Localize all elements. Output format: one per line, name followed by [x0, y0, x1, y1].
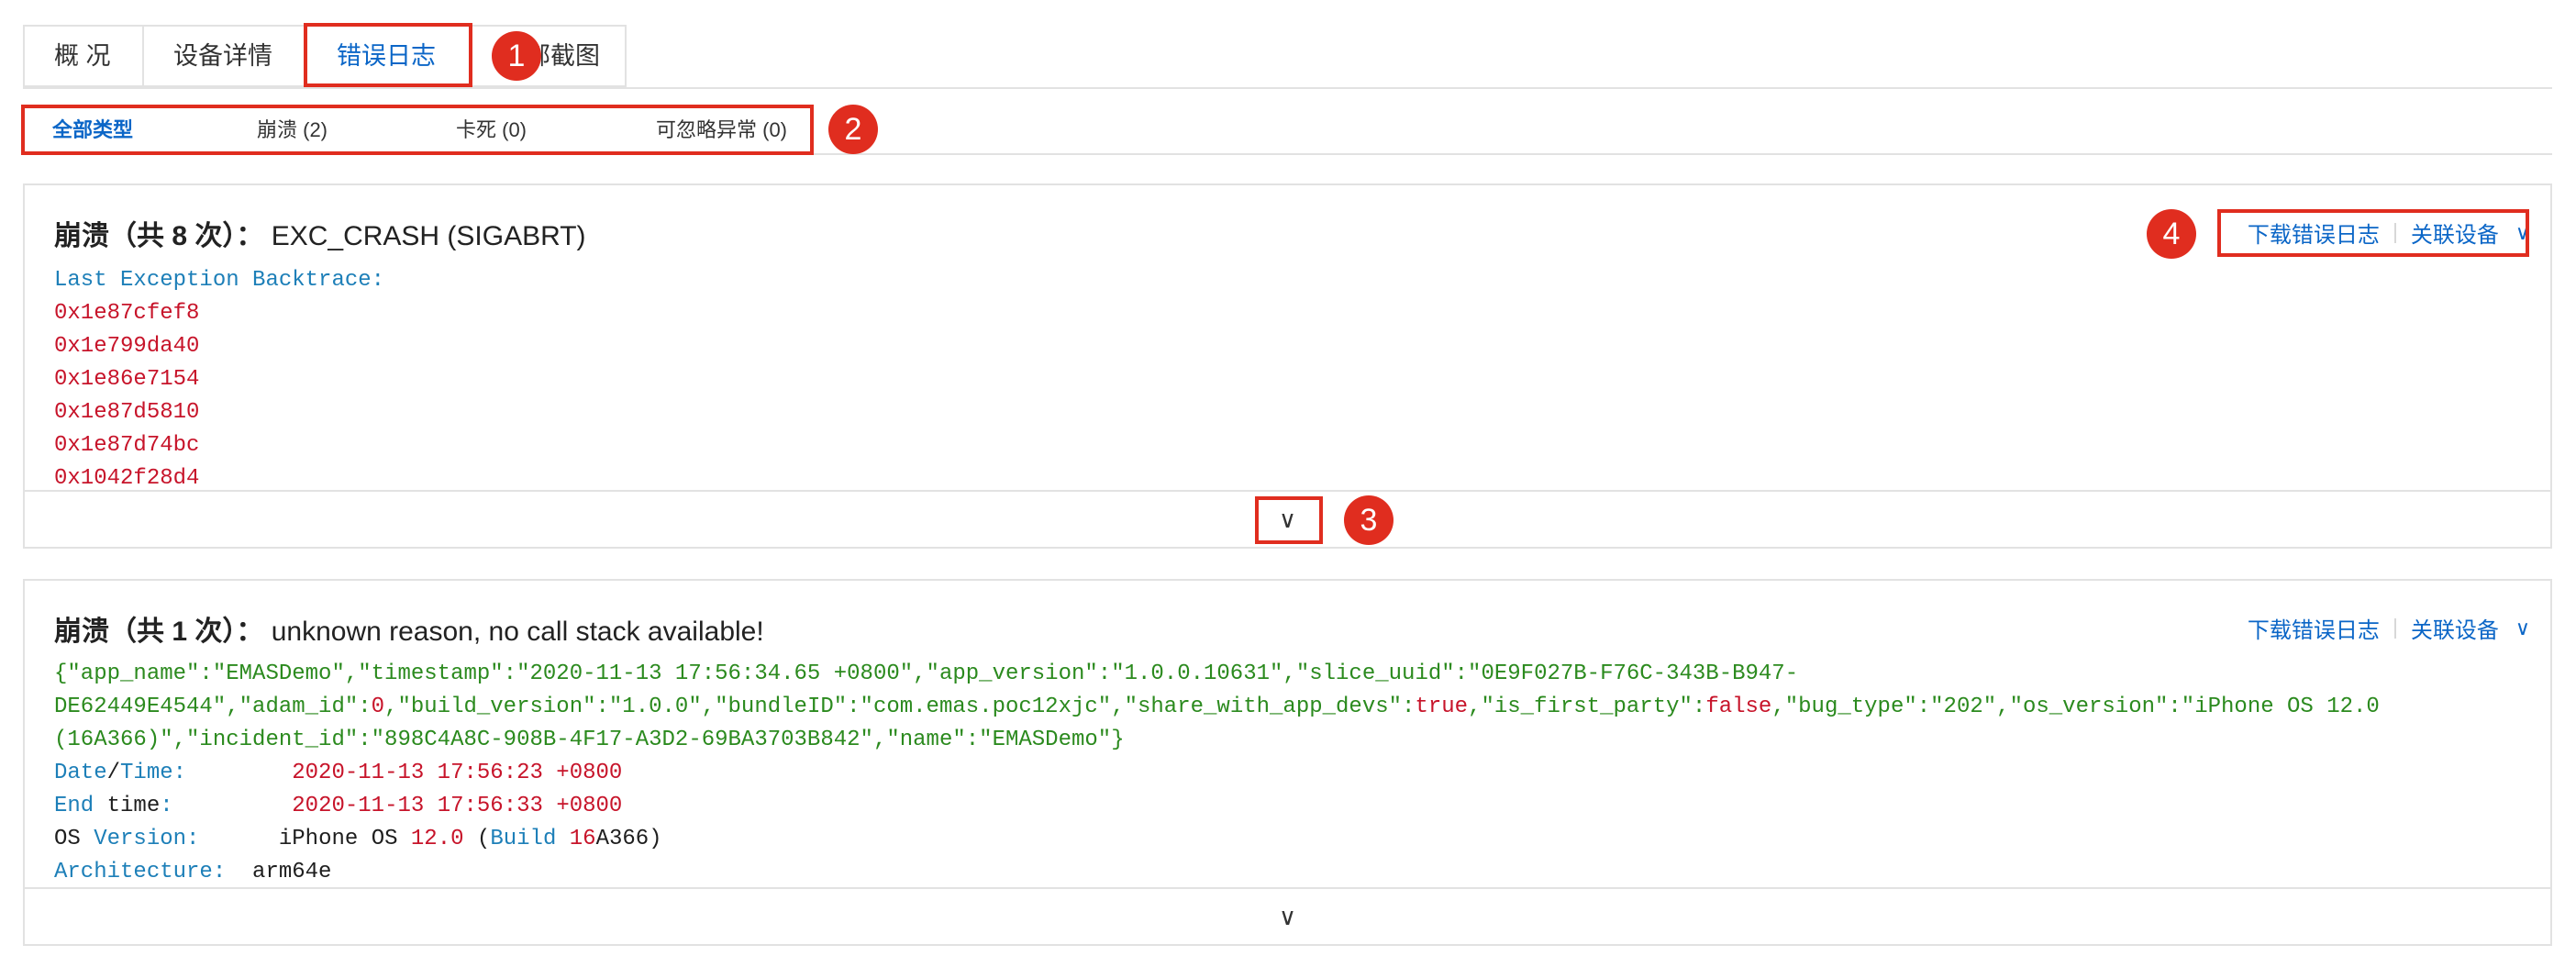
log-line: DE62449E4544","adam_id":0,"build_version…: [54, 695, 2380, 719]
annotation-marker-4: 4: [2147, 209, 2196, 259]
crash-log-content: Last Exception Backtrace: 0x1e87cfef8 0x1e…: [54, 264, 384, 495]
expand-log-button[interactable]: ∨: [1268, 896, 1308, 937]
highlight-box-error-log-tab: [304, 23, 472, 87]
crash-log-content: {"app_name":"EMASDemo","timestamp":"2020…: [54, 658, 2380, 889]
log-line: Date/Time: 2020-11-13 17:56:23 +0800: [54, 761, 623, 785]
crash-card-footer: ∨: [25, 887, 2550, 944]
log-line: 0x1e87cfef8: [54, 301, 200, 326]
crash-count-label: 崩溃（共 8 次）：: [54, 221, 264, 251]
highlight-box-filter-bar: [21, 105, 814, 155]
crash-card-title: 崩溃（共 8 次）： EXC_CRASH (SIGABRT): [54, 213, 586, 253]
tab-device-details[interactable]: 设备详情: [142, 25, 305, 87]
annotation-marker-1: 1: [492, 31, 541, 81]
log-line: {"app_name":"EMASDemo","timestamp":"2020…: [54, 661, 1799, 686]
log-line: Architecture: arm64e: [54, 860, 332, 884]
log-line: 0x1e799da40: [54, 334, 200, 359]
crash-card-title: 崩溃（共 1 次）： unknown reason, no call stack…: [54, 608, 764, 649]
crash-reason: EXC_CRASH (SIGABRT): [271, 221, 586, 251]
crash-count-label: 崩溃（共 1 次）：: [54, 617, 264, 647]
annotation-marker-2: 2: [828, 105, 878, 154]
related-devices-dropdown[interactable]: 关联设备: [2411, 612, 2499, 644]
download-error-log-link[interactable]: 下载错误日志: [2248, 612, 2380, 644]
highlight-box-expand-button: [1255, 496, 1323, 544]
log-line: 0x1e87d5810: [54, 400, 200, 425]
log-line: Last Exception Backtrace:: [54, 268, 385, 293]
crash-reason: unknown reason, no call stack available!: [271, 617, 764, 647]
log-line: OS Version: iPhone OS 12.0 (Build 16A366…: [54, 827, 662, 851]
annotation-marker-3: 3: [1344, 495, 1393, 545]
crash-card-2: 崩溃（共 1 次）： unknown reason, no call stack…: [23, 579, 2552, 946]
log-line: 0x1e87d74bc: [54, 433, 200, 458]
tab-bar-divider: [23, 87, 2552, 89]
log-line: (16A366)","incident_id":"898C4A8C-908B-4…: [54, 728, 1125, 752]
chevron-down-icon[interactable]: ∨: [2515, 617, 2530, 640]
log-line: 0x1e86e7154: [54, 367, 200, 392]
action-separator: [2393, 617, 2396, 639]
crash-card-actions: 下载错误日志 关联设备 ∨: [2248, 612, 2530, 644]
log-line: End time: 2020-11-13 17:56:33 +0800: [54, 794, 623, 818]
tab-overview[interactable]: 概 况: [23, 25, 142, 87]
highlight-box-card-actions: [2217, 209, 2529, 257]
